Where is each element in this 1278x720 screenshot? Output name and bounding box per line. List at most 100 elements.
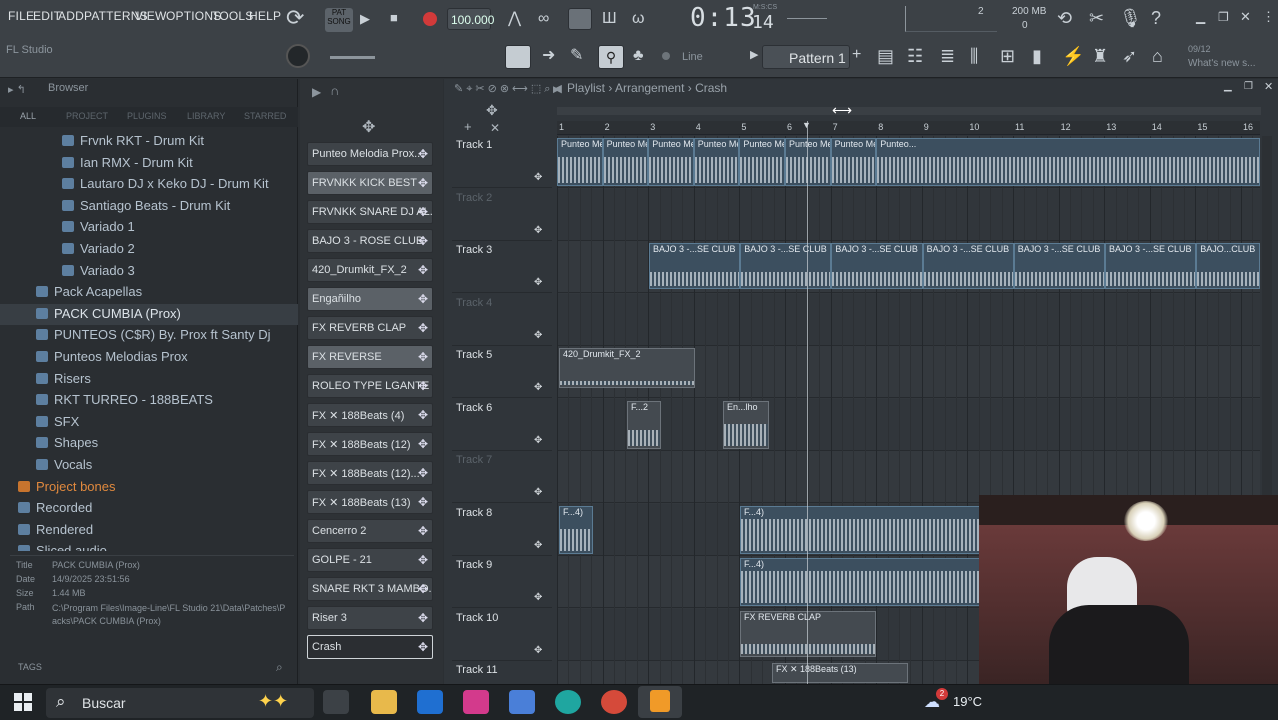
track-mute-icon[interactable]: ✥ (534, 540, 542, 551)
master-pitch-slider[interactable] (330, 56, 375, 59)
channel-plus-icon[interactable]: ✥ (418, 350, 428, 364)
playlist-graph-icon[interactable]: ✥ (486, 102, 498, 119)
outlook-icon[interactable] (417, 690, 443, 714)
channel-plus-icon[interactable]: ✥ (418, 466, 428, 480)
mixer-icon[interactable]: ⫼ (970, 47, 978, 65)
channel-plus-icon[interactable]: ✥ (418, 205, 428, 219)
channel-button[interactable]: FX ✕ 188Beats (12) ✥ (307, 432, 433, 456)
channel-plus-icon[interactable]: ✥ (418, 408, 428, 422)
browser-item[interactable]: Pack Acapellas (0, 282, 298, 303)
track-header[interactable]: Track 5 ✥ (452, 346, 552, 398)
playlist-clip[interactable]: Punteo Me...ox (8) (602, 138, 649, 186)
play-icon[interactable]: ▶ (360, 12, 370, 25)
track-mute-icon[interactable]: ✥ (534, 382, 542, 393)
channel-plus-icon[interactable]: ✥ (418, 234, 428, 248)
chrome-icon[interactable] (601, 690, 627, 714)
channel-button[interactable]: FRVNKK SNARE DJ AL... ✥ (307, 200, 433, 224)
browser-item[interactable]: Project bones (0, 477, 298, 498)
browser-item[interactable]: Santiago Beats - Drum Kit (0, 196, 298, 217)
song-pat-toggle[interactable]: PAT SONG (325, 8, 353, 32)
track-header[interactable]: Track 8 ✥ (452, 504, 552, 556)
browser-item[interactable]: SFX (0, 412, 298, 433)
browser-icon[interactable]: ▮ (1032, 47, 1042, 65)
channel-plus-icon[interactable]: ✥ (418, 263, 428, 277)
task-view-icon[interactable] (323, 690, 349, 714)
menu-dots-icon[interactable]: ⋮ (1262, 10, 1275, 23)
channel-plus-icon[interactable]: ✥ (418, 524, 428, 538)
channel-rack-icon[interactable]: ☷ (907, 47, 923, 65)
menu-edit[interactable]: EDIT (33, 9, 61, 23)
channel-button[interactable]: SNARE RKT 3 MAMBO... ✥ (307, 577, 433, 601)
browser-item[interactable]: Lautaro DJ x Keko DJ - Drum Kit (0, 174, 298, 195)
shop-icon[interactable]: ⌂ (1152, 47, 1163, 65)
playlist-clip[interactable]: BAJO 3 -...SE CLUB (649, 243, 741, 289)
channel-plus-icon[interactable]: ✥ (418, 495, 428, 509)
restore-icon[interactable]: ❐ (1218, 11, 1229, 23)
track-mute-icon[interactable]: ✥ (534, 330, 542, 341)
track-header[interactable]: Track 6 ✥ (452, 399, 552, 451)
browser-item[interactable]: Punteos Melodias Prox (0, 347, 298, 368)
minimize-icon[interactable]: ▁ (1196, 11, 1205, 23)
loop-icon[interactable]: ∞ (538, 11, 549, 27)
channel-button[interactable]: Engañilho ✥ (307, 287, 433, 311)
record-icon[interactable] (423, 12, 437, 26)
add-track-icon[interactable]: + (464, 119, 472, 134)
playlist-clip[interactable]: FX REVERB CLAP (740, 611, 876, 657)
browser-item[interactable]: Variado 2 (0, 239, 298, 260)
browser-item[interactable]: Variado 1 (0, 217, 298, 238)
menu-add[interactable]: ADD (58, 9, 84, 23)
channel-button[interactable]: FX REVERB CLAP ✥ (307, 316, 433, 340)
channel-plus-icon[interactable]: ✥ (418, 640, 428, 654)
tab-starred[interactable]: STARRED (244, 111, 286, 121)
menu-view[interactable]: VIEW (135, 9, 166, 23)
step-edit-icon[interactable]: Ш (602, 11, 617, 27)
tab-library[interactable]: LIBRARY (187, 111, 225, 121)
channel-icon[interactable]: ⊞ (1000, 47, 1015, 65)
channel-plus-icon[interactable]: ✥ (418, 176, 428, 190)
plugin-icon[interactable]: ⚡ (1062, 47, 1084, 65)
metronome-knob-icon[interactable]: ⟳ (286, 7, 304, 29)
channel-button[interactable]: GOLPE - 21 ✥ (307, 548, 433, 572)
channel-plus-icon[interactable]: ✥ (418, 292, 428, 306)
playlist-icon[interactable]: ▤ (877, 47, 894, 65)
playlist-clip[interactable]: Punteo Me...ox (8) (693, 138, 740, 186)
playlist-clip[interactable]: Punteo... (876, 138, 1260, 186)
channel-button[interactable]: Cencerro 2 ✥ (307, 519, 433, 543)
piano-roll-window-icon[interactable]: ≣ (940, 47, 955, 65)
news-text[interactable]: What's new s... (1188, 58, 1256, 69)
browser-item[interactable]: RKT TURREO - 188BEATS (0, 390, 298, 411)
playlist-clip[interactable]: BAJO 3 -...SE CLUB (1105, 243, 1197, 289)
playlist-clip[interactable]: F...4) (559, 506, 593, 554)
playlist-clip[interactable]: BAJO 3 -...SE CLUB (1013, 243, 1105, 289)
taskbar-search[interactable]: ⌕ Buscar ✦✦ (46, 688, 314, 718)
mic-icon[interactable]: 🎙 (1119, 9, 1142, 27)
track-mute-icon[interactable]: ✥ (534, 645, 542, 656)
channel-plus-icon[interactable]: ✥ (418, 611, 428, 625)
rack-magnet-icon[interactable]: ∩ (330, 83, 339, 98)
playlist-clip[interactable]: 420_Drumkit_FX_2 (559, 348, 695, 388)
track-mute-icon[interactable]: ✥ (534, 172, 542, 183)
playlist-minimize-icon[interactable]: ▁ (1224, 82, 1232, 92)
playlist-close-icon[interactable]: ✕ (1264, 82, 1273, 93)
channel-plus-icon[interactable]: ✥ (418, 147, 428, 161)
cut-icon[interactable]: ✂ (1089, 9, 1104, 27)
track-header[interactable]: Track 4 ✥ (452, 294, 552, 346)
playlist-clip[interactable]: En...lho (723, 401, 769, 449)
track-header[interactable]: Track 3 ✥ (452, 241, 552, 293)
channel-button[interactable]: Punteo Melodia Prox... ✥ (307, 142, 433, 166)
channel-button[interactable]: FX ✕ 188Beats (4) ✥ (307, 403, 433, 427)
piano-roll-icon[interactable] (505, 45, 531, 69)
windows-start-icon[interactable] (14, 693, 32, 711)
breadcrumb-arrangement[interactable]: Arrangement (615, 81, 684, 95)
playlist-tools[interactable]: ✎⌖✂⊘⊗⟷⬚⌕◀ (454, 82, 565, 96)
rack-play-icon[interactable]: ▶ (312, 85, 321, 99)
pencil-icon[interactable]: ✎ (570, 48, 583, 64)
channel-button[interactable]: FRVNKK KICK BEST ✥ (307, 171, 433, 195)
track-mute-icon[interactable]: ✥ (534, 225, 542, 236)
timeline-ruler[interactable]: 1 2 3 4 5 6 7 8 9 10 11 12 13 14 15 16 (557, 121, 1260, 135)
tempo-display[interactable]: 100.000 (447, 8, 494, 30)
browser-item[interactable]: Ian RMX - Drum Kit (0, 153, 298, 174)
edge-icon[interactable] (555, 690, 581, 714)
channel-button[interactable]: FX REVERSE ✥ (307, 345, 433, 369)
playhead[interactable] (807, 121, 808, 684)
